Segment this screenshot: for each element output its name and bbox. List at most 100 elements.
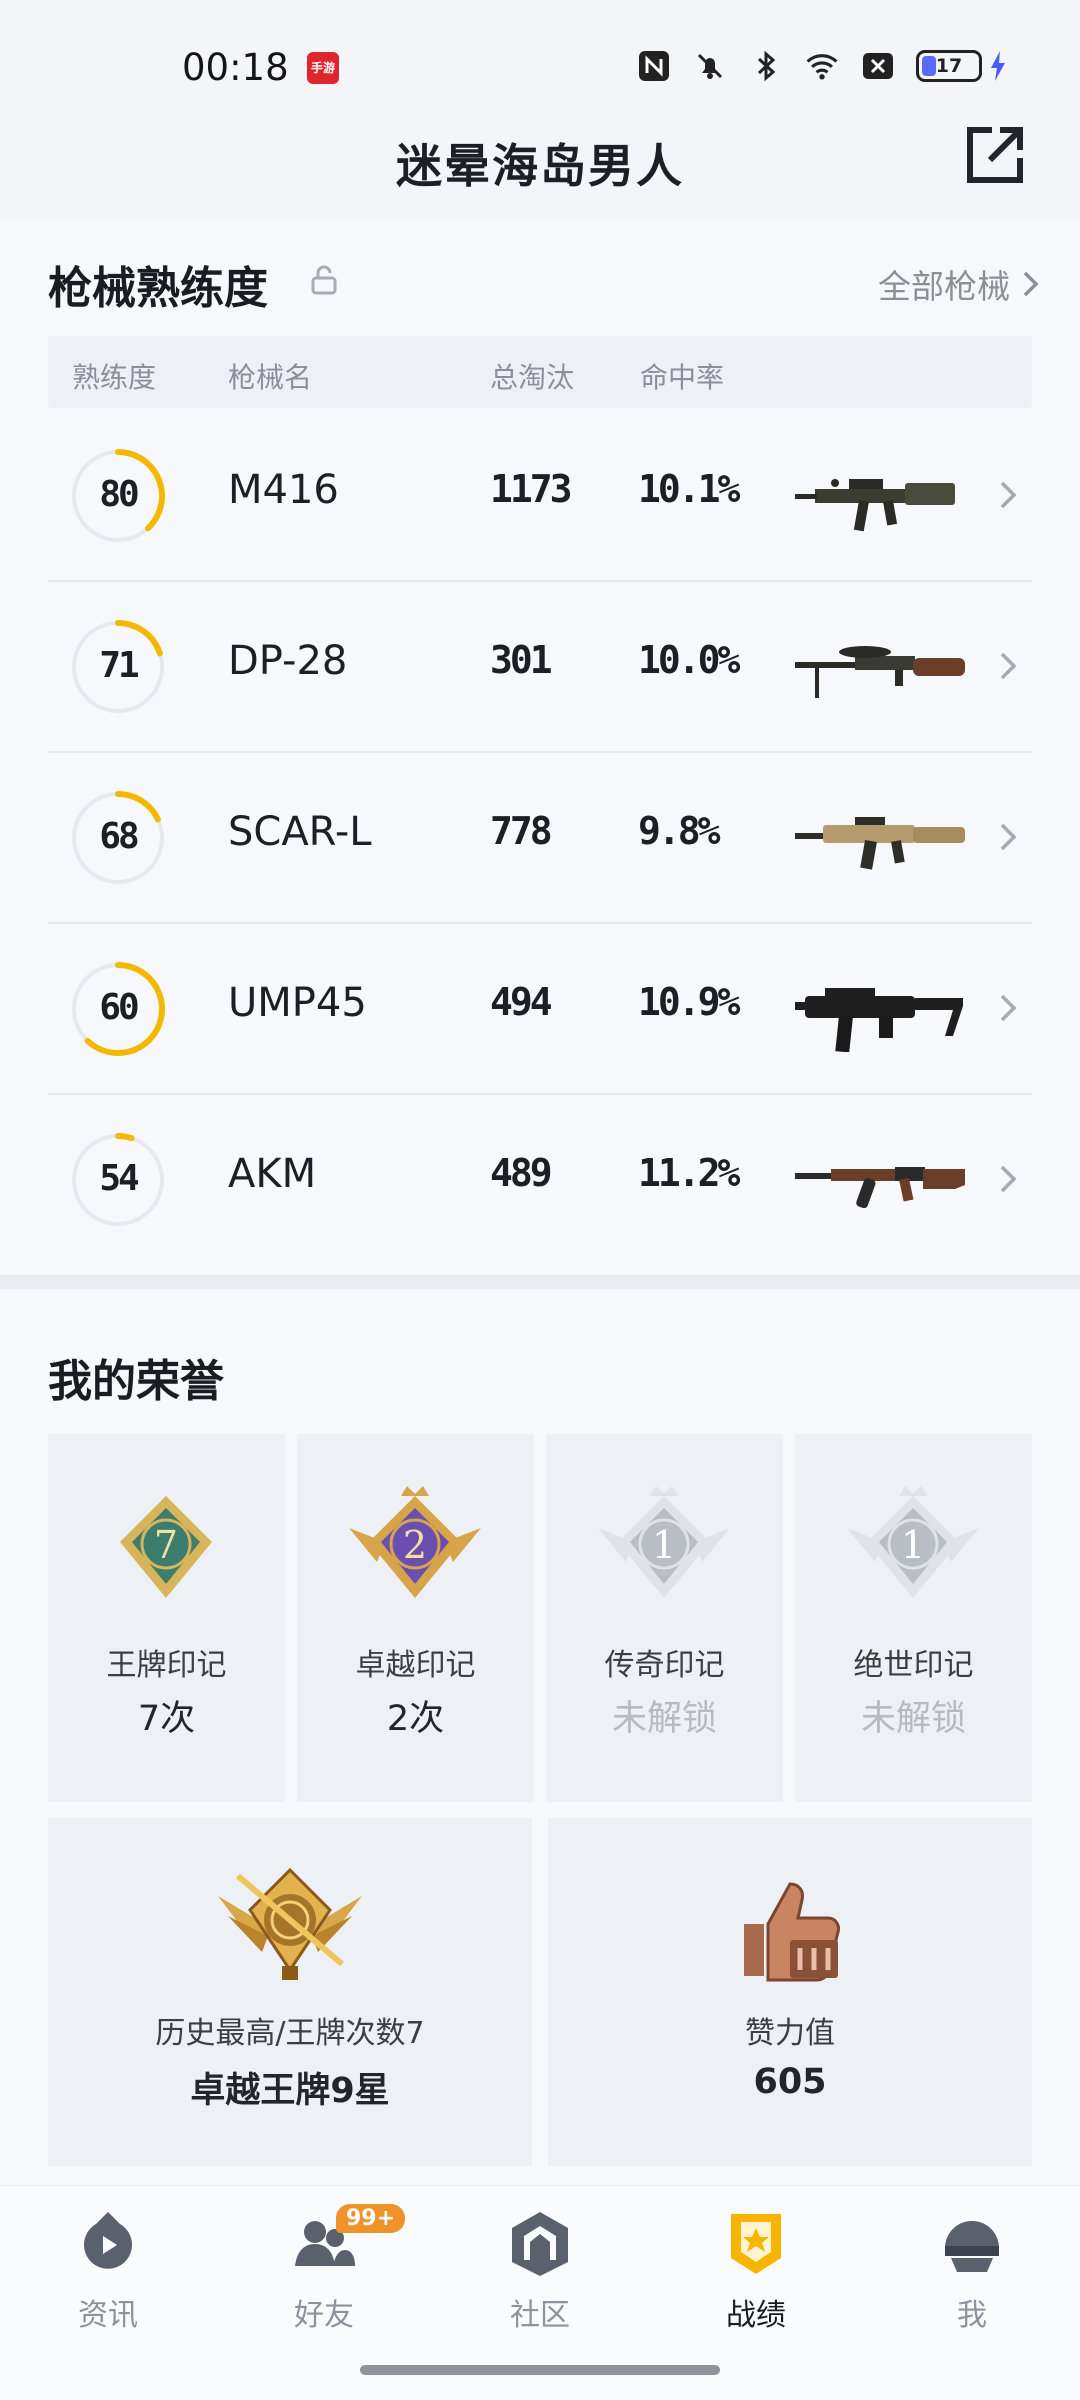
section-divider: [0, 1275, 1080, 1289]
mastery-level: 60: [99, 987, 139, 1028]
honor-badge-label: 王牌印记: [106, 1648, 227, 1683]
friends-badge: 99+: [336, 2204, 406, 2233]
nav-news-label: 资讯: [78, 2298, 138, 2333]
chevron-right-icon: [1000, 652, 1017, 680]
legend-emblem-icon: 1: [598, 1486, 730, 1598]
col-hit-rate: 命中率: [640, 361, 725, 394]
weapon-hit-rate: 11.2%: [638, 1151, 740, 1195]
honor-badge-value: 未解锁: [611, 1699, 717, 1739]
weapon-name: M416: [228, 467, 339, 513]
status-time: 00:18: [182, 46, 289, 89]
profile-icon: [945, 2221, 999, 2272]
weapon-image-icon: [795, 646, 965, 698]
weapon-hit-rate: 10.1%: [638, 467, 740, 511]
news-icon: [84, 2212, 132, 2269]
col-weapon-name: 枪械名: [228, 361, 313, 394]
weapon-image-icon: [795, 988, 963, 1052]
honor-badge-label: 传奇印记: [604, 1648, 725, 1683]
record-icon: [731, 2214, 781, 2274]
status-bar: 00:18 手游 17: [0, 0, 1080, 135]
all-weapons-link[interactable]: 全部枪械: [878, 260, 1040, 308]
nav-record[interactable]: 战绩: [676, 2208, 836, 2334]
peerless-emblem-icon: 1: [847, 1486, 979, 1598]
likes-label: 赞力值: [745, 2016, 835, 2051]
excellence-emblem-icon: 2: [349, 1486, 481, 1598]
weapon-kills: 301: [490, 638, 553, 682]
mastery-ring: 60: [70, 961, 166, 1057]
honor-badge-label: 绝世印记: [853, 1648, 974, 1683]
weapon-table-header: 熟练度 枪械名 总淘汰 命中率: [48, 336, 1032, 408]
charging-icon: [988, 48, 1008, 84]
weapon-image-icon: [795, 817, 965, 870]
chevron-right-icon: [1000, 823, 1017, 851]
honor-badge-value: 未解锁: [860, 1699, 966, 1739]
weapon-name: AKM: [228, 1151, 317, 1197]
battery-icon: 17: [916, 50, 982, 82]
badge-number: 7: [154, 1523, 178, 1567]
honor-badge-tile[interactable]: 1 传奇印记未解锁: [546, 1434, 783, 1802]
ace-emblem-icon: 7: [120, 1496, 212, 1598]
weapon-hit-rate: 9.8%: [638, 809, 720, 853]
nav-profile-label: 我: [957, 2298, 987, 2333]
wifi-icon: [804, 48, 840, 84]
honor-badge-tile[interactable]: 2 卓越印记 2次: [297, 1434, 534, 1802]
nav-friends[interactable]: 99+ 好友: [244, 2204, 406, 2334]
battery-level: 17: [935, 55, 963, 77]
weapon-name: SCAR-L: [228, 809, 372, 855]
sim-off-icon: [860, 48, 896, 84]
highest-rank-tile[interactable]: 历史最高/王牌次数7 卓越王牌9星: [48, 1818, 532, 2166]
thumbs-up-icon: [744, 1882, 840, 1982]
mastery-level: 54: [99, 1158, 139, 1199]
weapon-row[interactable]: 80 M416 1173 10.1%: [48, 411, 1032, 582]
honors-title: 我的荣誉: [48, 1356, 224, 1407]
mute-icon: [692, 48, 728, 84]
badge-number: 1: [652, 1523, 676, 1567]
mastery-ring: 54: [70, 1132, 166, 1228]
chevron-right-icon: [1000, 1165, 1017, 1193]
weapon-row[interactable]: 68 SCAR-L 778 9.8%: [48, 753, 1032, 924]
nav-profile[interactable]: 我: [892, 2208, 1052, 2334]
mastery-level: 68: [99, 816, 139, 857]
chevron-right-icon: [1023, 271, 1039, 297]
page-title: 迷晕海岛男人: [396, 139, 684, 193]
highest-rank-label: 历史最高/王牌次数7: [155, 2016, 425, 2051]
chevron-right-icon: [1000, 994, 1017, 1022]
col-mastery: 熟练度: [72, 361, 157, 394]
weapon-row[interactable]: 71 DP-28 301 10.0%: [48, 582, 1032, 753]
honor-badge-value: 7次: [137, 1699, 196, 1739]
app-notification-icon: 手游: [307, 52, 339, 84]
lock-icon: [311, 265, 337, 295]
honor-badge-tile[interactable]: 7 王牌印记 7次: [48, 1434, 285, 1802]
weapon-image-icon: [795, 479, 955, 532]
mastery-ring: 80: [70, 448, 166, 544]
mastery-ring: 71: [70, 619, 166, 715]
weapon-hit-rate: 10.9%: [638, 980, 740, 1024]
weapon-hit-rate: 10.0%: [638, 638, 740, 682]
mastery-level: 71: [99, 645, 139, 686]
share-icon[interactable]: [962, 122, 1028, 188]
home-indicator[interactable]: [360, 2365, 720, 2375]
weapon-kills: 489: [490, 1151, 553, 1195]
mastery-level: 80: [99, 474, 139, 515]
likes-tile[interactable]: 赞力值 605: [548, 1818, 1032, 2166]
badge-number: 1: [901, 1523, 925, 1567]
honor-badge-tile[interactable]: 1 绝世印记未解锁: [795, 1434, 1032, 1802]
weapon-kills: 778: [490, 809, 553, 853]
weapon-name: DP-28: [228, 638, 348, 684]
nav-community[interactable]: 社区: [460, 2208, 620, 2334]
ace-rank-emblem-icon: [218, 1867, 362, 1980]
weapon-row[interactable]: 54 AKM 489 11.2%: [48, 1095, 1032, 1266]
nav-news[interactable]: 资讯: [28, 2208, 188, 2334]
weapon-image-icon: [795, 1167, 965, 1209]
likes-value: 605: [753, 2062, 827, 2102]
community-icon: [512, 2212, 568, 2276]
mastery-ring: 68: [70, 790, 166, 886]
all-weapons-label: 全部枪械: [878, 267, 1010, 306]
weapon-row[interactable]: 60 UMP45 494 10.9%: [48, 924, 1032, 1095]
bluetooth-icon: [748, 48, 784, 84]
badge-number: 2: [403, 1523, 427, 1567]
col-total-kills: 总淘汰: [490, 361, 575, 394]
nfc-icon: [636, 48, 672, 84]
weapon-kills: 494: [490, 980, 553, 1024]
nav-community-label: 社区: [510, 2298, 570, 2333]
